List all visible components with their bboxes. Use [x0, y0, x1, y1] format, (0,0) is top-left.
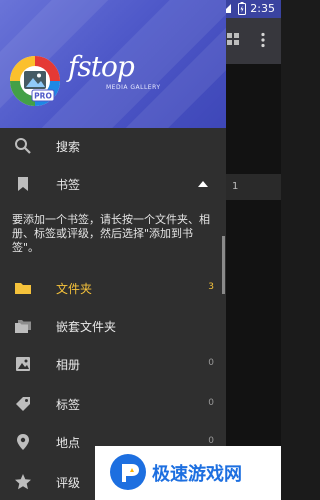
chevron-up-icon[interactable] — [198, 181, 208, 187]
drawer-scrollbar[interactable] — [222, 236, 225, 294]
menu-label-search: 搜索 — [56, 140, 81, 154]
battery-icon — [238, 2, 246, 15]
menu-label-nested-folders: 嵌套文件夹 — [56, 320, 117, 334]
location-pin-icon — [17, 434, 29, 450]
background-row-number: 1 — [232, 181, 239, 192]
menu-count-tags: 0 — [208, 398, 214, 408]
pro-badge-text: PRO — [34, 92, 52, 101]
watermark-text: 极速游戏网 — [152, 464, 242, 485]
bookmark-icon — [18, 177, 28, 191]
navigation-drawer: PRO fstop MEDIA GALLERY 搜索 书签 要添加一个书签，请长… — [0, 0, 226, 500]
menu-item-folders[interactable]: 文件夹 3 — [0, 276, 226, 300]
brand-subtitle: MEDIA GALLERY — [106, 84, 161, 91]
menu-item-bookmarks[interactable]: 书签 — [0, 172, 226, 196]
menu-label-folders: 文件夹 — [56, 282, 93, 296]
menu-item-nested-folders[interactable]: 嵌套文件夹 — [0, 314, 226, 338]
more-options-icon[interactable] — [260, 32, 266, 48]
grid-view-icon[interactable] — [226, 32, 240, 46]
menu-count-albums: 0 — [208, 358, 214, 368]
menu-label-albums: 相册 — [56, 358, 81, 372]
menu-item-tags[interactable]: 标签 0 — [0, 392, 226, 416]
menu-item-search[interactable]: 搜索 — [0, 134, 226, 158]
menu-label-tags: 标签 — [56, 398, 81, 412]
drawer-header: PRO fstop MEDIA GALLERY — [0, 0, 226, 128]
star-icon — [15, 474, 31, 490]
app-logo-icon: PRO — [10, 56, 60, 106]
search-icon — [15, 138, 31, 154]
bookmark-hint: 要添加一个书签，请长按一个文件夹、相册、标签或评级，然后选择"添加到书签"。 — [12, 213, 210, 254]
menu-label-places: 地点 — [56, 436, 81, 450]
status-time: 2:35 — [250, 2, 275, 15]
menu-count-folders: 3 — [208, 282, 214, 292]
menu-count-places: 0 — [208, 436, 214, 446]
album-icon — [16, 357, 30, 371]
folder-icon — [15, 283, 31, 294]
nested-folder-icon — [15, 320, 31, 333]
menu-label-bookmarks: 书签 — [56, 178, 81, 192]
watermark-logo-icon — [110, 454, 146, 490]
menu-item-albums[interactable]: 相册 0 — [0, 352, 226, 376]
brand-name: fstop — [68, 50, 135, 83]
tag-icon — [16, 397, 30, 411]
app-toolbar — [226, 18, 281, 64]
menu-label-ratings: 评级 — [56, 476, 81, 490]
app-content-background — [226, 64, 281, 500]
